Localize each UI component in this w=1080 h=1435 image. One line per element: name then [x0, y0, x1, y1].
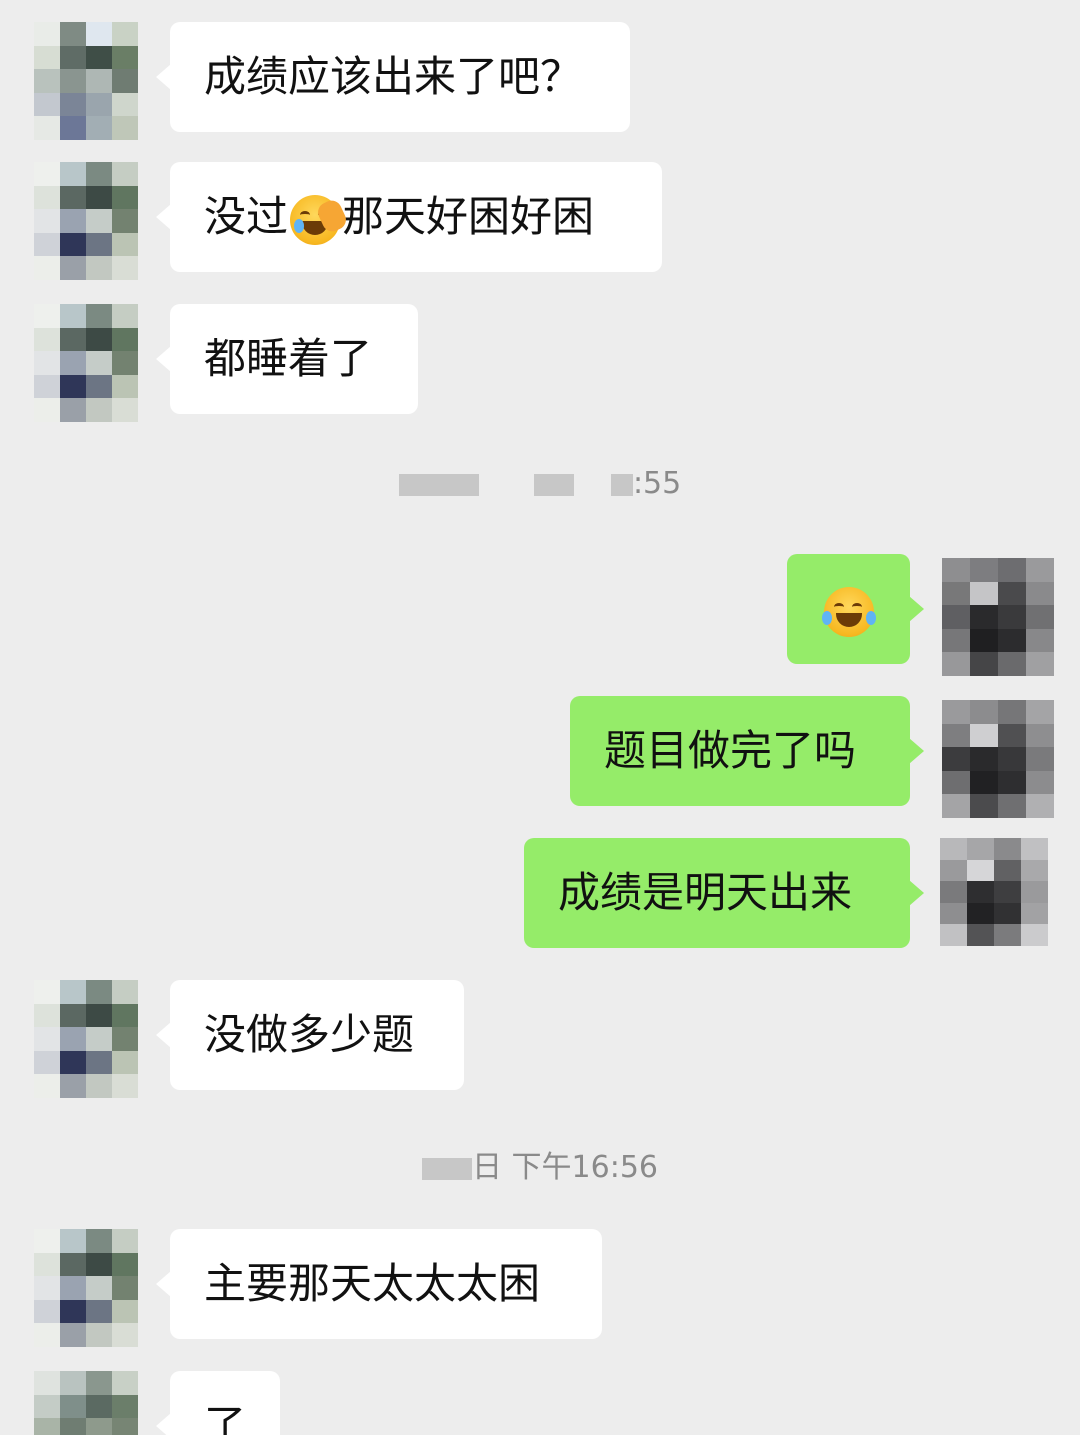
timestamp-text: 日 下午16:56 — [472, 1150, 658, 1185]
blurred-text — [398, 473, 479, 496]
message-bubble[interactable]: 都睡着了 — [156, 304, 418, 414]
contact-avatar[interactable] — [34, 1371, 138, 1435]
message-text: 了 — [204, 1401, 247, 1435]
chat-timestamp: 日 下午16:56 — [0, 1142, 1080, 1186]
blurred-text — [422, 1157, 472, 1180]
message-bubble[interactable]: 成绩是明天出来 — [524, 838, 924, 948]
message-bubble[interactable]: 没过 那天好困好困 — [156, 162, 662, 272]
contact-avatar[interactable] — [34, 22, 138, 140]
message-text: 那天好困好困 — [342, 192, 595, 241]
message-text: 没做多少题 — [204, 1010, 415, 1059]
message-text: 没过 — [204, 192, 289, 241]
timestamp-text: :55 — [632, 466, 682, 501]
message-text: 都睡着了 — [204, 334, 373, 383]
message-text: 成绩是明天出来 — [558, 868, 853, 917]
message-bubble[interactable]: 成绩应该出来了吧？ — [156, 22, 630, 132]
contact-avatar[interactable] — [34, 304, 138, 422]
contact-avatar[interactable] — [34, 1229, 138, 1347]
blurred-text — [533, 473, 574, 496]
message-bubble[interactable]: 没做多少题 — [156, 980, 464, 1090]
message-bubble[interactable] — [787, 554, 924, 664]
blurred-text — [610, 473, 633, 496]
laughing-tears-emoji-icon — [821, 586, 876, 637]
message-text: 主要那天太太太困 — [204, 1259, 541, 1308]
self-avatar[interactable] — [942, 558, 1054, 676]
message-bubble[interactable]: 题目做完了吗 — [570, 696, 924, 806]
message-bubble[interactable]: 了 — [156, 1371, 280, 1435]
contact-avatar[interactable] — [34, 162, 138, 280]
self-avatar[interactable] — [940, 838, 1048, 946]
message-bubble[interactable]: 主要那天太太太困 — [156, 1229, 602, 1339]
chat-timestamp: :55 — [0, 466, 1080, 501]
contact-avatar[interactable] — [34, 980, 138, 1098]
facepalm-crying-emoji-icon — [290, 194, 350, 245]
message-row-incoming: 了 — [0, 1371, 1080, 1435]
message-text: 成绩应该出来了吧？ — [204, 52, 583, 101]
message-text: 题目做完了吗 — [604, 726, 857, 775]
self-avatar[interactable] — [942, 700, 1054, 818]
